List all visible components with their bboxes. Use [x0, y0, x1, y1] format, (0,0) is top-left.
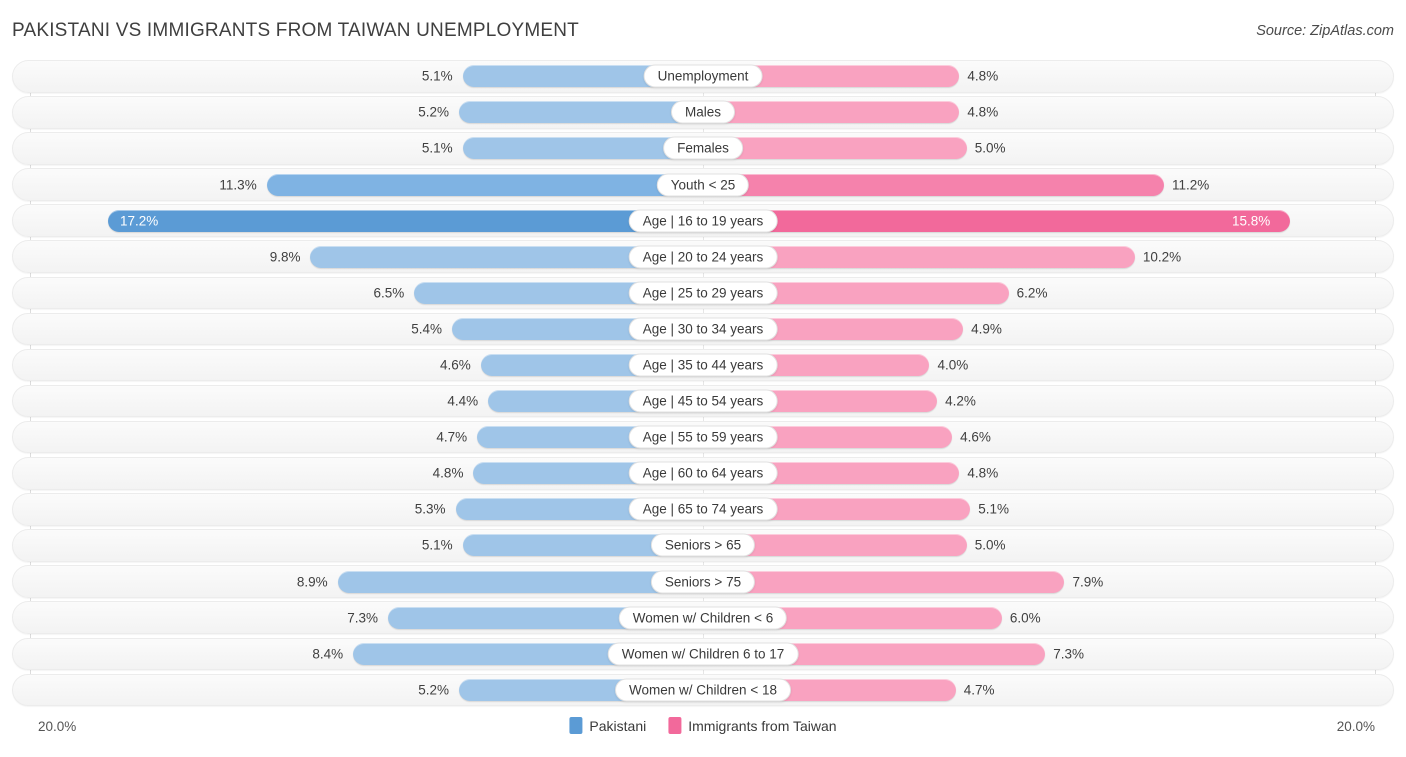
- value-label-immigrants-from-taiwan: 4.6%: [960, 429, 991, 445]
- chart-row[interactable]: 4.4% 4.2% Age | 45 to 54 years: [12, 384, 1394, 418]
- category-label: Males: [670, 100, 736, 124]
- chart-row[interactable]: 8.9% 7.9% Seniors > 75: [12, 565, 1394, 598]
- value-label-immigrants-from-taiwan: 4.0%: [937, 357, 969, 373]
- chart-row[interactable]: 11.3% 11.2% Youth < 25: [12, 168, 1394, 201]
- value-label-immigrants-from-taiwan: 4.9%: [971, 321, 1002, 337]
- chart-row[interactable]: 8.4% 7.3% Women w/ Children 6 to 17: [12, 637, 1394, 670]
- bar-immigrants-from-taiwan: [716, 570, 1065, 593]
- chart-row[interactable]: 9.8% 10.2% Age | 20 to 24 years: [12, 240, 1394, 273]
- value-label-immigrants-from-taiwan: 10.2%: [1142, 249, 1182, 265]
- category-label: Females: [663, 136, 743, 160]
- chart-row[interactable]: 17.2% 15.8% Age | 16 to 19 years: [12, 204, 1394, 237]
- value-label-pakistani: 4.6%: [439, 357, 471, 373]
- chart-row[interactable]: 5.2% 4.7% Women w/ Children < 18: [12, 673, 1394, 707]
- category-label: Age | 55 to 59 years: [628, 425, 778, 449]
- category-label: Age | 60 to 64 years: [628, 461, 778, 485]
- category-label: Unemployment: [643, 64, 763, 88]
- value-label-immigrants-from-taiwan: 7.9%: [1072, 574, 1104, 590]
- value-label-pakistani: 5.2%: [418, 104, 450, 120]
- category-label: Age | 65 to 74 years: [628, 497, 778, 521]
- value-label-immigrants-from-taiwan: 4.8%: [967, 465, 999, 481]
- value-label-immigrants-from-taiwan: 7.3%: [1053, 646, 1084, 662]
- value-label-immigrants-from-taiwan: 5.0%: [974, 140, 1006, 156]
- bar-immigrants-from-taiwan: [716, 245, 1135, 268]
- chart-row[interactable]: 5.2% 4.8% Males: [12, 96, 1394, 129]
- chart-row[interactable]: 5.3% 5.1% Age | 65 to 74 years: [12, 493, 1394, 526]
- bar-immigrants-from-taiwan: [716, 209, 1290, 232]
- value-label-immigrants-from-taiwan: 4.8%: [967, 104, 999, 120]
- value-label-immigrants-from-taiwan: 6.0%: [1009, 610, 1041, 626]
- legend-item[interactable]: Pakistani: [569, 717, 646, 734]
- category-label: Age | 25 to 29 years: [628, 281, 778, 305]
- value-label-pakistani: 5.1%: [421, 140, 453, 156]
- category-label: Seniors > 65: [650, 533, 756, 557]
- chart-footer: 20.0% Pakistani Immigrants from Taiwan 20…: [0, 717, 1406, 739]
- value-label-immigrants-from-taiwan: 11.2%: [1172, 177, 1210, 193]
- bar-immigrants-from-taiwan: [716, 101, 960, 124]
- value-label-immigrants-from-taiwan: 5.1%: [978, 501, 1010, 517]
- source-attribution: Source: ZipAtlas.com: [1256, 23, 1394, 39]
- chart-row[interactable]: 5.4% 4.9% Age | 30 to 34 years: [12, 312, 1394, 346]
- bar-pakistani: [266, 173, 716, 196]
- legend-label: Immigrants from Taiwan: [688, 717, 837, 734]
- value-label-pakistani: 4.8%: [432, 465, 464, 481]
- value-label-pakistani: 7.3%: [347, 610, 378, 626]
- chart-row[interactable]: 6.5% 6.2% Age | 25 to 29 years: [12, 276, 1394, 310]
- axis-label-right: 20.0%: [1336, 719, 1375, 734]
- chart-plot-area: 5.1% 4.8% Unemployment 5.2% 4.8% Males 5.1% 5.0…: [0, 60, 1406, 718]
- value-label-pakistani: 5.4%: [411, 321, 442, 337]
- value-label-pakistani: 9.8%: [269, 249, 301, 265]
- category-label: Women w/ Children 6 to 17: [607, 642, 799, 666]
- category-label: Age | 35 to 44 years: [628, 353, 778, 377]
- value-label-pakistani: 17.2%: [120, 213, 159, 229]
- chart-rows: 5.1% 4.8% Unemployment 5.2% 4.8% Males 5.1% 5.0…: [0, 60, 1406, 710]
- value-label-immigrants-from-taiwan: 4.7%: [963, 682, 995, 698]
- chart-row[interactable]: 5.1% 5.0% Seniors > 65: [12, 529, 1394, 562]
- value-label-immigrants-from-taiwan: 4.2%: [945, 393, 976, 409]
- chart-row[interactable]: 7.3% 6.0% Women w/ Children < 6: [12, 601, 1394, 634]
- value-label-pakistani: 4.7%: [436, 429, 468, 445]
- value-label-pakistani: 5.1%: [421, 68, 453, 84]
- value-label-pakistani: 5.3%: [414, 501, 446, 517]
- value-label-immigrants-from-taiwan: 6.2%: [1016, 285, 1048, 301]
- axis-label-left: 20.0%: [38, 719, 77, 734]
- value-label-pakistani: 5.2%: [418, 682, 450, 698]
- category-label: Youth < 25: [656, 173, 750, 197]
- category-label: Age | 45 to 54 years: [628, 389, 778, 413]
- chart-row[interactable]: 5.1% 4.8% Unemployment: [12, 60, 1394, 93]
- category-label: Women w/ Children < 18: [615, 678, 791, 702]
- value-label-pakistani: 11.3%: [219, 177, 257, 193]
- value-label-pakistani: 8.9%: [296, 574, 328, 590]
- chart-row[interactable]: 5.1% 5.0% Females: [12, 132, 1394, 165]
- value-label-pakistani: 4.4%: [447, 393, 479, 409]
- chart-row[interactable]: 4.7% 4.6% Age | 55 to 59 years: [12, 420, 1394, 454]
- legend-item[interactable]: Immigrants from Taiwan: [668, 717, 837, 734]
- value-label-immigrants-from-taiwan: 5.0%: [974, 537, 1006, 553]
- category-label: Age | 30 to 34 years: [628, 317, 778, 341]
- category-label: Age | 16 to 19 years: [628, 209, 778, 233]
- value-label-pakistani: 5.1%: [421, 537, 453, 553]
- bar-pakistani: [108, 209, 716, 232]
- chart-row[interactable]: 4.8% 4.8% Age | 60 to 64 years: [12, 457, 1394, 490]
- category-label: Seniors > 75: [650, 570, 756, 594]
- value-label-pakistani: 8.4%: [312, 646, 344, 662]
- value-label-immigrants-from-taiwan: 15.8%: [1232, 213, 1271, 229]
- chart-legend: Pakistani Immigrants from Taiwan: [569, 717, 837, 734]
- legend-swatch-icon: [668, 717, 682, 734]
- value-label-immigrants-from-taiwan: 4.8%: [967, 68, 999, 84]
- chart-row[interactable]: 4.6% 4.0% Age | 35 to 44 years: [12, 348, 1394, 382]
- category-label: Age | 20 to 24 years: [628, 245, 778, 269]
- legend-label: Pakistani: [589, 717, 647, 734]
- category-label: Women w/ Children < 6: [618, 606, 788, 630]
- page-title: PAKISTANI VS IMMIGRANTS FROM TAIWAN UNEM…: [12, 20, 579, 41]
- legend-swatch-icon: [569, 717, 583, 734]
- bar-immigrants-from-taiwan: [716, 137, 967, 160]
- bar-immigrants-from-taiwan: [716, 173, 1165, 196]
- value-label-pakistani: 6.5%: [373, 285, 405, 301]
